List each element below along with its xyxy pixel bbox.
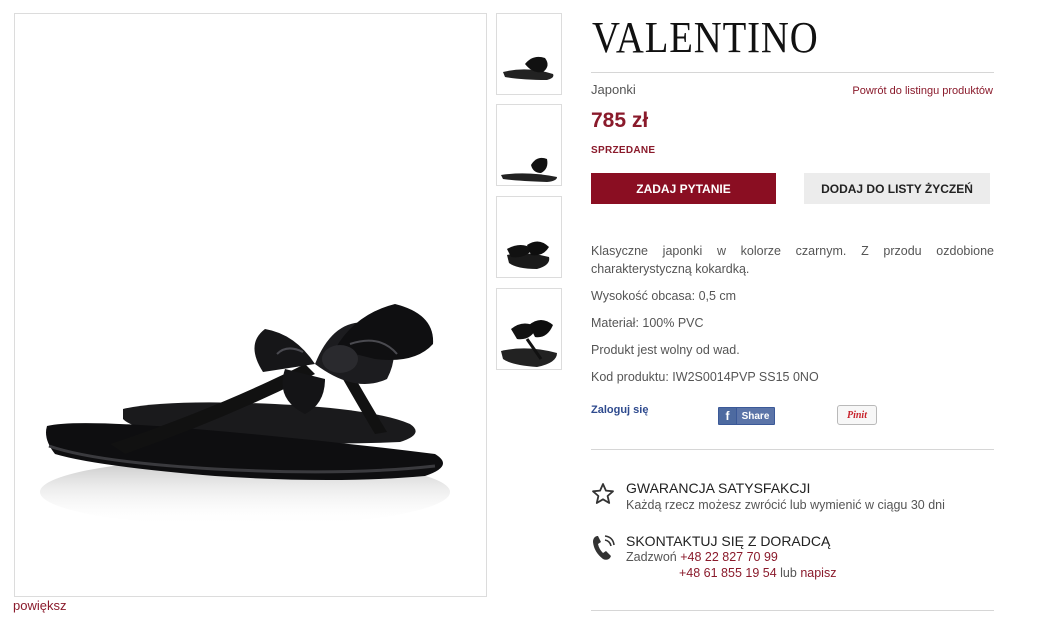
phone-number-1[interactable]: +48 22 827 70 99 — [680, 550, 778, 564]
status-badge: SPRZEDANE — [591, 145, 656, 156]
add-to-wishlist-button[interactable]: DODAJ DO LISTY ŻYCZEŃ — [804, 173, 990, 204]
contact-line-2: +48 61 855 19 54 lub napisz — [679, 566, 836, 580]
guarantee-text: Każdą rzecz możesz zwrócić lub wymienić … — [626, 498, 945, 512]
product-category: Japonki — [591, 82, 636, 97]
star-icon — [591, 482, 615, 511]
pinterest-button[interactable]: Pinit — [837, 405, 877, 425]
or-label: lub — [780, 566, 797, 580]
thumbnail-2[interactable] — [496, 104, 562, 186]
condition: Produkt jest wolny od wad. — [591, 343, 740, 357]
contact-title: SKONTAKTUJ SIĘ Z DORADCĄ — [626, 533, 831, 549]
back-to-listing-link[interactable]: Powrót do listingu produktów — [852, 85, 993, 97]
material: Materiał: 100% PVC — [591, 316, 704, 330]
heel-height: Wysokość obcasa: 0,5 cm — [591, 289, 737, 303]
thumbnail-3[interactable] — [496, 196, 562, 278]
thumbnail-image — [503, 56, 554, 80]
facebook-share-label: Share — [741, 410, 770, 422]
facebook-share-button[interactable]: f Share — [718, 407, 775, 425]
phone-number-2[interactable]: +48 61 855 19 54 — [679, 566, 777, 580]
brand-name: VALENTINO — [592, 13, 819, 62]
guarantee-title: GWARANCJA SATYSFAKCJI — [626, 480, 811, 496]
thumbnail-1[interactable] — [496, 13, 562, 95]
divider — [591, 610, 994, 611]
call-label: Zadzwoń — [626, 550, 677, 564]
product-price: 785 zł — [591, 109, 649, 132]
login-link[interactable]: Zaloguj się — [591, 404, 648, 416]
product-code: Kod produktu: IW2S0014PVP SS15 0NO — [591, 370, 819, 384]
product-description: Klasyczne japonki w kolorze czarnym. Z p… — [591, 244, 994, 276]
thumbnail-image — [507, 241, 550, 269]
facebook-icon: f — [719, 408, 737, 424]
sandal-image — [40, 304, 450, 526]
main-product-image[interactable] — [14, 13, 487, 597]
phone-icon — [591, 534, 615, 567]
ask-question-button[interactable]: ZADAJ PYTANIE — [591, 173, 776, 204]
zoom-link[interactable]: powiększ — [13, 598, 66, 613]
contact-line-1: Zadzwoń +48 22 827 70 99 — [626, 550, 778, 564]
thumbnail-4[interactable] — [496, 288, 562, 370]
write-link[interactable]: napisz — [800, 566, 836, 580]
divider — [591, 72, 994, 73]
thumbnail-image — [501, 157, 557, 182]
divider — [591, 449, 994, 450]
thumbnail-image — [501, 320, 557, 367]
